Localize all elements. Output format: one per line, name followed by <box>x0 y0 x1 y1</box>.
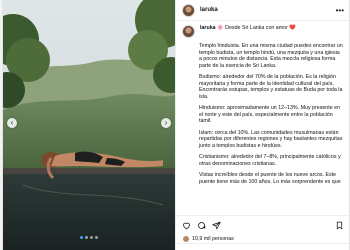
caption-first-line: laruka 🌸 Desde Sri Lanka con amor ❤️ <box>200 25 296 32</box>
post-photo[interactable]: ‹ › <box>3 0 175 250</box>
carousel-dot <box>90 236 93 239</box>
caption-avatar[interactable] <box>182 25 195 38</box>
caption-header: laruka 🌸 Desde Sri Lanka con amor ❤️ <box>182 25 344 38</box>
instagram-post: ‹ › laruka ••• laruka 🌸 Desde Sri Lanka … <box>2 0 350 250</box>
caption-paragraph: Islam: cerca del 10%. Las comunidades mu… <box>199 129 343 149</box>
caption-title: 🌸 Desde Sri Lanka con amor <box>217 25 288 31</box>
caption-paragraph: Hinduismo: aproximadamente un 12–13%. Mu… <box>199 105 341 124</box>
liker-avatar <box>182 235 190 243</box>
caption-username[interactable]: laruka <box>200 25 216 31</box>
previous-photo-button[interactable]: ‹ <box>7 118 17 128</box>
caption-paragraph: Cristianismo: alrededor del 7–8%, princi… <box>199 154 341 167</box>
bookmark-icon[interactable] <box>335 221 344 230</box>
heart-emoji: ❤️ <box>289 25 296 31</box>
post-caption: laruka 🌸 Desde Sri Lanka con amor ❤️ Tem… <box>176 22 349 216</box>
carousel-dots <box>3 226 175 244</box>
avatar[interactable] <box>182 3 195 17</box>
screenshot-frame: ‹ › laruka ••• laruka 🌸 Desde Sri Lanka … <box>0 0 350 250</box>
share-icon[interactable] <box>212 221 221 230</box>
username[interactable]: laruka <box>200 7 336 13</box>
add-comment-area[interactable] <box>176 243 349 250</box>
caption-paragraph: Budismo: alrededor del 70% de la poblaci… <box>199 74 343 100</box>
caption-body: Templo hinduista. En una misma ciudad pu… <box>182 43 344 185</box>
action-bar <box>176 215 349 234</box>
caption-paragraph: Templo hinduista. En una misma ciudad pu… <box>199 43 343 69</box>
next-photo-button[interactable]: › <box>161 118 171 128</box>
post-details-pane: laruka ••• laruka 🌸 Desde Sri Lanka con … <box>175 0 349 250</box>
caption-paragraph: Vistas increíbles desde el puente de los… <box>199 172 341 185</box>
more-icon[interactable]: ••• <box>336 6 344 15</box>
comment-icon[interactable] <box>197 221 206 230</box>
photo-image <box>3 0 175 250</box>
carousel-dot <box>95 236 98 239</box>
likes-count[interactable]: 10,9 mil personas <box>192 236 234 242</box>
heart-icon[interactable] <box>182 221 191 230</box>
carousel-dot <box>85 236 88 239</box>
post-header: laruka ••• <box>176 0 349 21</box>
carousel-dot <box>80 236 83 239</box>
